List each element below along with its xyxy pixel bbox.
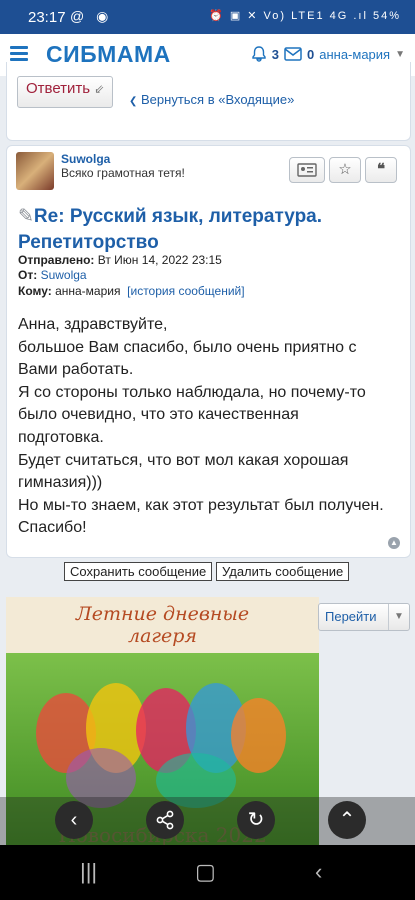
reply-arrow-icon: ⇙: [94, 82, 105, 96]
share-icon[interactable]: [146, 801, 184, 839]
body-line: Я со стороны только наблюдала, но почему…: [18, 383, 366, 401]
ad-heading: Летние дневные лагеря: [6, 597, 319, 659]
body-line: было очевидно, что это качественная: [18, 406, 299, 424]
back-arrow-icon[interactable]: ‹: [55, 801, 93, 839]
system-icons: ⏰ ▣ ✕ Vo) LTE1 4G .ıl 54%: [209, 10, 401, 22]
clock: 23:17: [28, 9, 66, 26]
message-body: Анна, здравствуйте, большое Вам спасибо,…: [18, 314, 403, 540]
profile-button[interactable]: [289, 157, 325, 183]
ad-line-2: лагеря: [127, 625, 197, 647]
menu-icon[interactable]: [10, 46, 28, 62]
username-menu[interactable]: анна-мария: [319, 47, 390, 62]
id-card-icon: [297, 163, 317, 177]
mail-icon[interactable]: [284, 47, 302, 61]
edit-icon: ✎: [18, 206, 34, 227]
goto-select[interactable]: Перейти ▼: [318, 603, 410, 631]
reply-button[interactable]: Ответить ⇙: [17, 76, 114, 108]
back-to-inbox-link[interactable]: ❮ Вернуться в «Входящие»: [129, 92, 294, 107]
chevron-left-icon: ❮: [129, 96, 138, 107]
chevron-down-icon[interactable]: ▼: [395, 49, 405, 60]
author-name[interactable]: Suwolga: [61, 152, 110, 166]
sent-date: Вт Июн 14, 2022 23:15: [97, 253, 222, 267]
status-bar: 23:17 @ ◉ ⏰ ▣ ✕ Vo) LTE1 4G .ıl 54%: [0, 0, 415, 34]
body-line: Но мы-то знаем, как этот результат был п…: [18, 496, 384, 514]
recent-apps-icon[interactable]: |||: [80, 859, 97, 885]
previous-message-panel: Ответить ⇙ ❮ Вернуться в «Входящие»: [6, 62, 411, 141]
body-line: подготовка.: [18, 428, 104, 446]
message-count[interactable]: 0: [307, 47, 314, 62]
body-line: Анна, здравствуйте,: [18, 316, 168, 333]
ad-line-1: Летние дневные: [75, 603, 250, 625]
scroll-up-icon[interactable]: ⌃: [328, 801, 366, 839]
bell-icon[interactable]: [251, 46, 267, 62]
body-line: Вами работать.: [18, 361, 134, 379]
sent-row: Отправлено: Вт Июн 14, 2022 23:15: [18, 253, 222, 267]
avatar[interactable]: [16, 152, 54, 190]
home-icon[interactable]: ▢: [195, 859, 216, 885]
body-line: Будет считаться, что вот мол какая хорош…: [18, 451, 349, 469]
author-rank: Всяко грамотная тетя!: [61, 166, 185, 180]
message-subject: ✎Re: Русский язык, литература. Репетитор…: [18, 206, 323, 253]
scroll-top-icon[interactable]: ▲: [388, 537, 400, 549]
quote-button[interactable]: ❝: [365, 157, 397, 183]
system-navigation-bar: ||| ▢ ‹: [0, 845, 415, 900]
status-icons: @ ◉: [70, 8, 113, 24]
body-line: Спасибо!: [18, 519, 87, 537]
message-panel: Suwolga Всяко грамотная тетя! ☆ ❝ ✎Re: Р…: [6, 145, 411, 558]
body-line: большое Вам спасибо, было очень приятно …: [18, 338, 357, 356]
to-row: Кому: анна-мария [история сообщений]: [18, 284, 245, 298]
to-user: анна-мария: [55, 284, 121, 298]
from-row: От: Suwolga: [18, 268, 87, 282]
quote-icon: ❝: [376, 161, 386, 178]
from-user-link[interactable]: Suwolga: [41, 268, 87, 282]
notification-count[interactable]: 3: [272, 47, 279, 62]
history-link[interactable]: [история сообщений]: [127, 284, 244, 298]
save-message-button[interactable]: Сохранить сообщение: [64, 562, 213, 581]
star-icon: ☆: [338, 161, 352, 178]
back-icon[interactable]: ‹: [315, 859, 322, 885]
favorite-button[interactable]: ☆: [329, 157, 361, 183]
reload-icon[interactable]: ↻: [237, 801, 275, 839]
body-line: гимназия))): [18, 474, 103, 492]
browser-overlay-toolbar: ‹ ↻ ⌃: [0, 797, 415, 845]
chevron-down-icon[interactable]: ▼: [388, 604, 409, 630]
delete-message-button[interactable]: Удалить сообщение: [216, 562, 350, 581]
